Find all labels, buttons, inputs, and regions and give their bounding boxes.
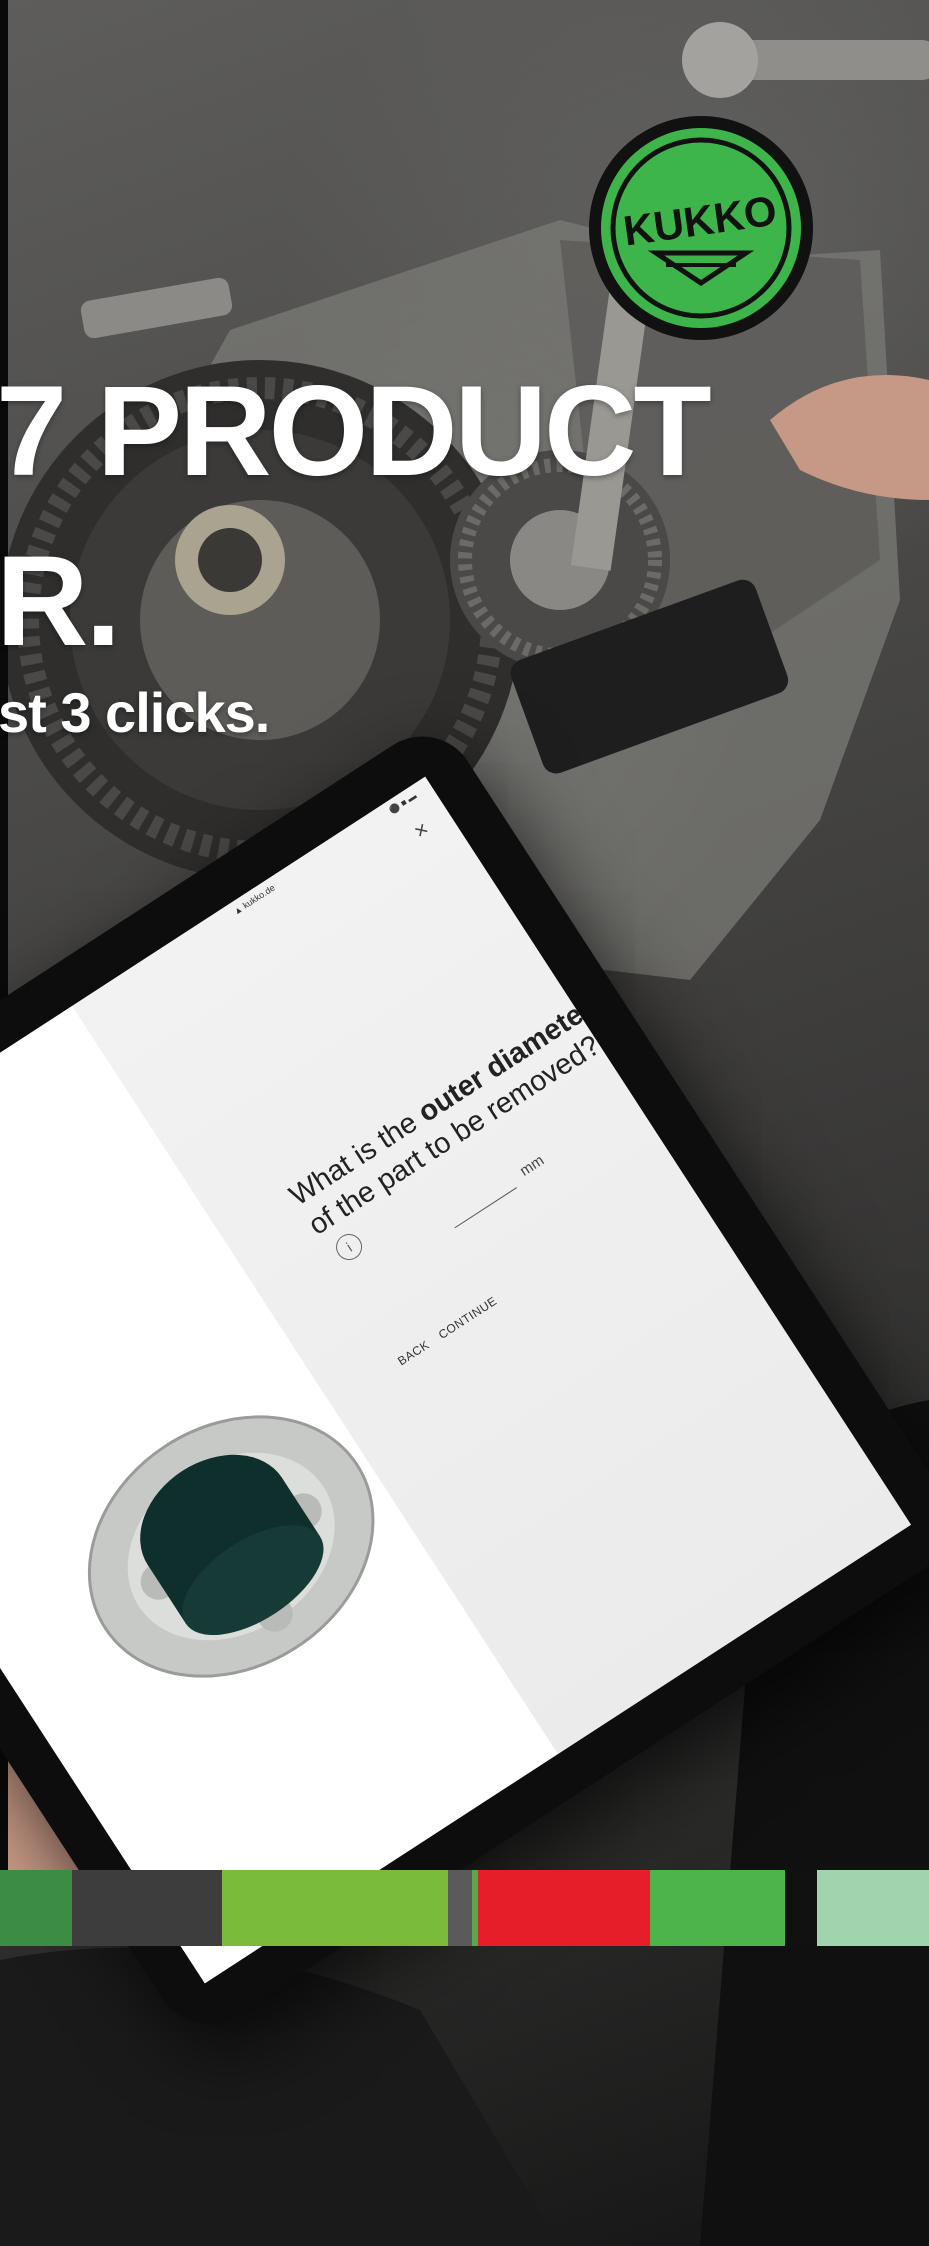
ad-banner: KUKKO 7 PRODUCT R. st 3 clicks. ▲ kukko.… <box>0 0 929 2246</box>
stripe-segment <box>448 1870 472 1946</box>
wizard-actions: BACK CONTINUE <box>395 1288 508 1368</box>
close-icon[interactable]: × <box>409 816 434 845</box>
headline-line-2: R. <box>0 530 121 673</box>
stripe-segment <box>72 1870 222 1946</box>
stripe-segment <box>650 1870 785 1946</box>
stripe-segment <box>478 1870 650 1946</box>
subheadline: st 3 clicks. <box>0 681 270 744</box>
continue-button[interactable]: CONTINUE <box>436 1294 500 1342</box>
stripe-segment <box>785 1870 817 1946</box>
back-button[interactable]: BACK <box>395 1338 432 1369</box>
unit-label: mm <box>516 1151 548 1180</box>
stripe-segment <box>0 1870 72 1946</box>
color-stripe <box>0 1870 929 1946</box>
info-icon[interactable]: i <box>331 1228 368 1265</box>
stripe-segment <box>817 1870 929 1946</box>
kukko-logo: KUKKO <box>586 113 816 343</box>
stripe-segment <box>222 1870 448 1946</box>
headline-line-1: 7 PRODUCT <box>0 360 712 503</box>
